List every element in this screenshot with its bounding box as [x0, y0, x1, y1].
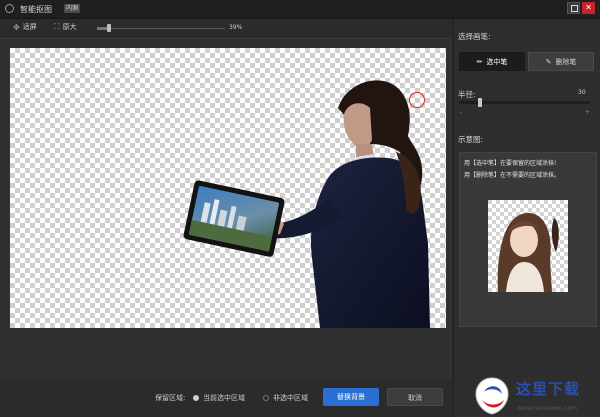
radius-slider-handle[interactable]	[478, 98, 482, 107]
keep-current-selection-label: 当前选中区域	[203, 394, 245, 402]
zoom-slider[interactable]	[97, 27, 225, 30]
title-bar: 智能抠图 内测 ✕	[0, 0, 600, 19]
maximize-button[interactable]	[567, 2, 580, 14]
example-heading: 示意图:	[458, 135, 484, 144]
watermark-url: www.herecown.com	[517, 405, 577, 412]
actual-size-label: 原大	[62, 23, 77, 31]
fit-screen-label: 适屏	[22, 23, 37, 31]
actual-size-button[interactable]: ⛶ 原大	[54, 22, 77, 32]
actual-size-icon: ⛶	[54, 22, 60, 31]
example-line-erase: 用【删除笔】在不需要的区域涂抹。	[464, 172, 561, 179]
view-toolbar: ✥ 适屏 ⛶ 原大 39%	[0, 19, 452, 37]
radius-increase-icon: +	[585, 109, 591, 116]
eraser-icon: ✎	[545, 57, 552, 66]
side-panel: 选择画笔: ✏ 选中笔 ✎ 删除笔 半径: 30 - + 示意图: 用【选中笔】…	[453, 19, 600, 417]
keep-inverse-selection-label: 非选中区域	[273, 394, 308, 402]
watermark-logo-icon	[475, 377, 509, 415]
app-logo-icon	[5, 4, 14, 13]
example-line-select: 用【选中笔】在要保留的区域涂抹!	[464, 160, 557, 167]
radius-value: 30	[578, 89, 586, 96]
keep-inverse-selection-radio[interactable]: 非选中区域	[263, 393, 308, 403]
window-title: 智能抠图	[20, 5, 52, 14]
watermark-text: 这里下载	[516, 380, 581, 398]
cutout-canvas[interactable]	[10, 48, 446, 328]
erase-brush-button[interactable]: ✎ 删除笔	[528, 52, 594, 71]
replace-background-button[interactable]: 替换背景	[323, 388, 379, 406]
example-portrait-image	[488, 200, 568, 292]
select-brush-label: 选中笔	[486, 57, 508, 66]
fit-screen-icon: ✥	[13, 22, 20, 32]
cutout-subject-image	[183, 80, 430, 328]
radius-decrease-icon: -	[460, 109, 463, 116]
close-button[interactable]: ✕	[582, 2, 595, 14]
radius-heading: 半径:	[458, 90, 476, 99]
select-brush-heading: 选择画笔:	[458, 32, 491, 41]
brush-icon: ✏	[476, 57, 483, 66]
zoom-value: 39%	[229, 24, 243, 31]
radio-unselected-icon	[263, 395, 269, 401]
cancel-button[interactable]: 取消	[387, 388, 443, 406]
site-watermark: 这里下载 www.herecown.com	[466, 376, 600, 417]
brush-cursor	[409, 92, 425, 108]
erase-brush-label: 删除笔	[555, 57, 577, 66]
keep-area-label: 保留区域:	[155, 394, 186, 402]
beta-badge: 内测	[64, 4, 81, 13]
fit-screen-button[interactable]: ✥ 适屏	[13, 22, 37, 32]
zoom-slider-handle[interactable]	[107, 24, 111, 32]
select-brush-button[interactable]: ✏ 选中笔	[459, 52, 525, 71]
keep-current-selection-radio[interactable]: 当前选中区域	[193, 393, 245, 403]
radio-selected-icon	[193, 395, 199, 401]
bottom-bar: 保留区域: 当前选中区域 非选中区域 替换背景 取消	[0, 380, 452, 417]
